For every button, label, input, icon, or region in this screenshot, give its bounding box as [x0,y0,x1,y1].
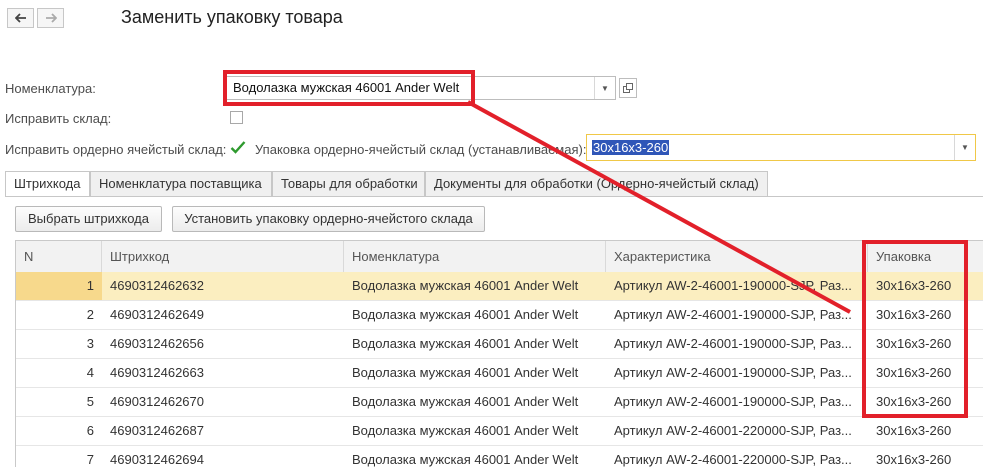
annotation-arrow [467,100,851,314]
